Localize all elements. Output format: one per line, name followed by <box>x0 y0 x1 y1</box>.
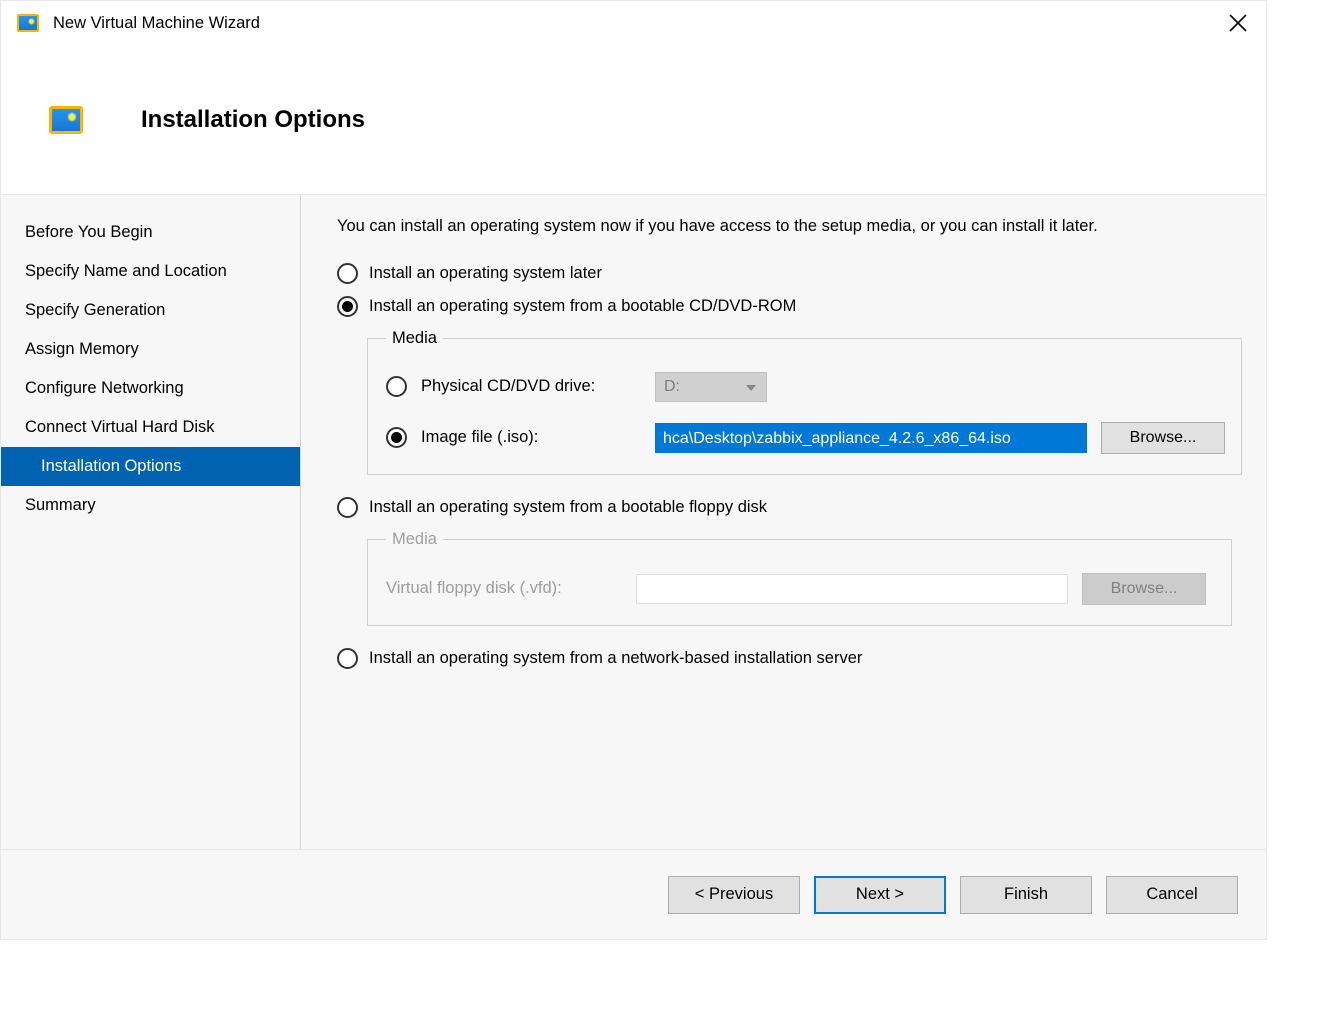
next-button[interactable]: Next > <box>814 876 946 914</box>
app-icon <box>17 14 39 32</box>
option-network-install-label: Install an operating system from a netwo… <box>369 649 862 668</box>
previous-button[interactable]: < Previous <box>668 876 800 914</box>
radio-icon <box>337 296 358 317</box>
vm-wizard-dialog: New Virtual Machine Wizard Installation … <box>0 0 1267 940</box>
step-specify-name[interactable]: Specify Name and Location <box>1 252 300 291</box>
vm-icon <box>49 106 83 134</box>
iso-path-input[interactable]: hca\Desktop\zabbix_appliance_4.2.6_x86_6… <box>655 423 1087 453</box>
radio-icon <box>337 497 358 518</box>
image-file-label: Image file (.iso): <box>421 428 641 447</box>
option-network-install[interactable]: Install an operating system from a netwo… <box>337 648 1238 669</box>
physical-drive-label: Physical CD/DVD drive: <box>421 377 641 396</box>
media-group-cd: Media Physical CD/DVD drive: D: Image fi… <box>367 329 1242 475</box>
step-configure-networking[interactable]: Configure Networking <box>1 369 300 408</box>
media-legend: Media <box>386 530 443 549</box>
finish-button[interactable]: Finish <box>960 876 1092 914</box>
radio-icon <box>337 263 358 284</box>
radio-image-file[interactable] <box>386 427 407 448</box>
wizard-footer: < Previous Next > Finish Cancel <box>1 849 1266 939</box>
intro-text: You can install an operating system now … <box>337 215 1238 239</box>
wizard-steps: Before You Begin Specify Name and Locati… <box>1 195 301 849</box>
option-boot-floppy-label: Install an operating system from a boota… <box>369 498 767 517</box>
step-installation-options[interactable]: Installation Options <box>1 447 300 486</box>
step-assign-memory[interactable]: Assign Memory <box>1 330 300 369</box>
window-title: New Virtual Machine Wizard <box>53 14 1218 33</box>
drive-value: D: <box>664 378 680 396</box>
option-boot-cd[interactable]: Install an operating system from a boota… <box>337 296 1238 317</box>
vfd-label: Virtual floppy disk (.vfd): <box>386 579 622 598</box>
browse-vfd-button: Browse... <box>1082 573 1206 605</box>
step-connect-disk[interactable]: Connect Virtual Hard Disk <box>1 408 300 447</box>
option-install-later[interactable]: Install an operating system later <box>337 263 1238 284</box>
step-summary[interactable]: Summary <box>1 486 300 525</box>
option-boot-cd-label: Install an operating system from a boota… <box>369 297 796 316</box>
wizard-content: You can install an operating system now … <box>301 195 1266 849</box>
page-title: Installation Options <box>141 106 365 134</box>
iso-path-value: hca\Desktop\zabbix_appliance_4.2.6_x86_6… <box>663 430 1011 447</box>
option-install-later-label: Install an operating system later <box>369 264 602 283</box>
cancel-button[interactable]: Cancel <box>1106 876 1238 914</box>
titlebar: New Virtual Machine Wizard <box>1 1 1266 45</box>
wizard-body: Before You Begin Specify Name and Locati… <box>1 195 1266 849</box>
step-before-you-begin[interactable]: Before You Begin <box>1 213 300 252</box>
media-group-floppy: Media Virtual floppy disk (.vfd): Browse… <box>367 530 1232 626</box>
drive-select[interactable]: D: <box>655 372 767 402</box>
close-icon <box>1229 14 1247 32</box>
radio-icon <box>337 648 358 669</box>
close-button[interactable] <box>1218 5 1258 41</box>
step-specify-generation[interactable]: Specify Generation <box>1 291 300 330</box>
media-legend: Media <box>386 329 443 348</box>
browse-iso-button[interactable]: Browse... <box>1101 422 1225 454</box>
radio-physical-drive[interactable] <box>386 376 407 397</box>
vfd-path-input <box>636 574 1068 604</box>
wizard-header: Installation Options <box>1 45 1266 195</box>
option-boot-floppy[interactable]: Install an operating system from a boota… <box>337 497 1238 518</box>
